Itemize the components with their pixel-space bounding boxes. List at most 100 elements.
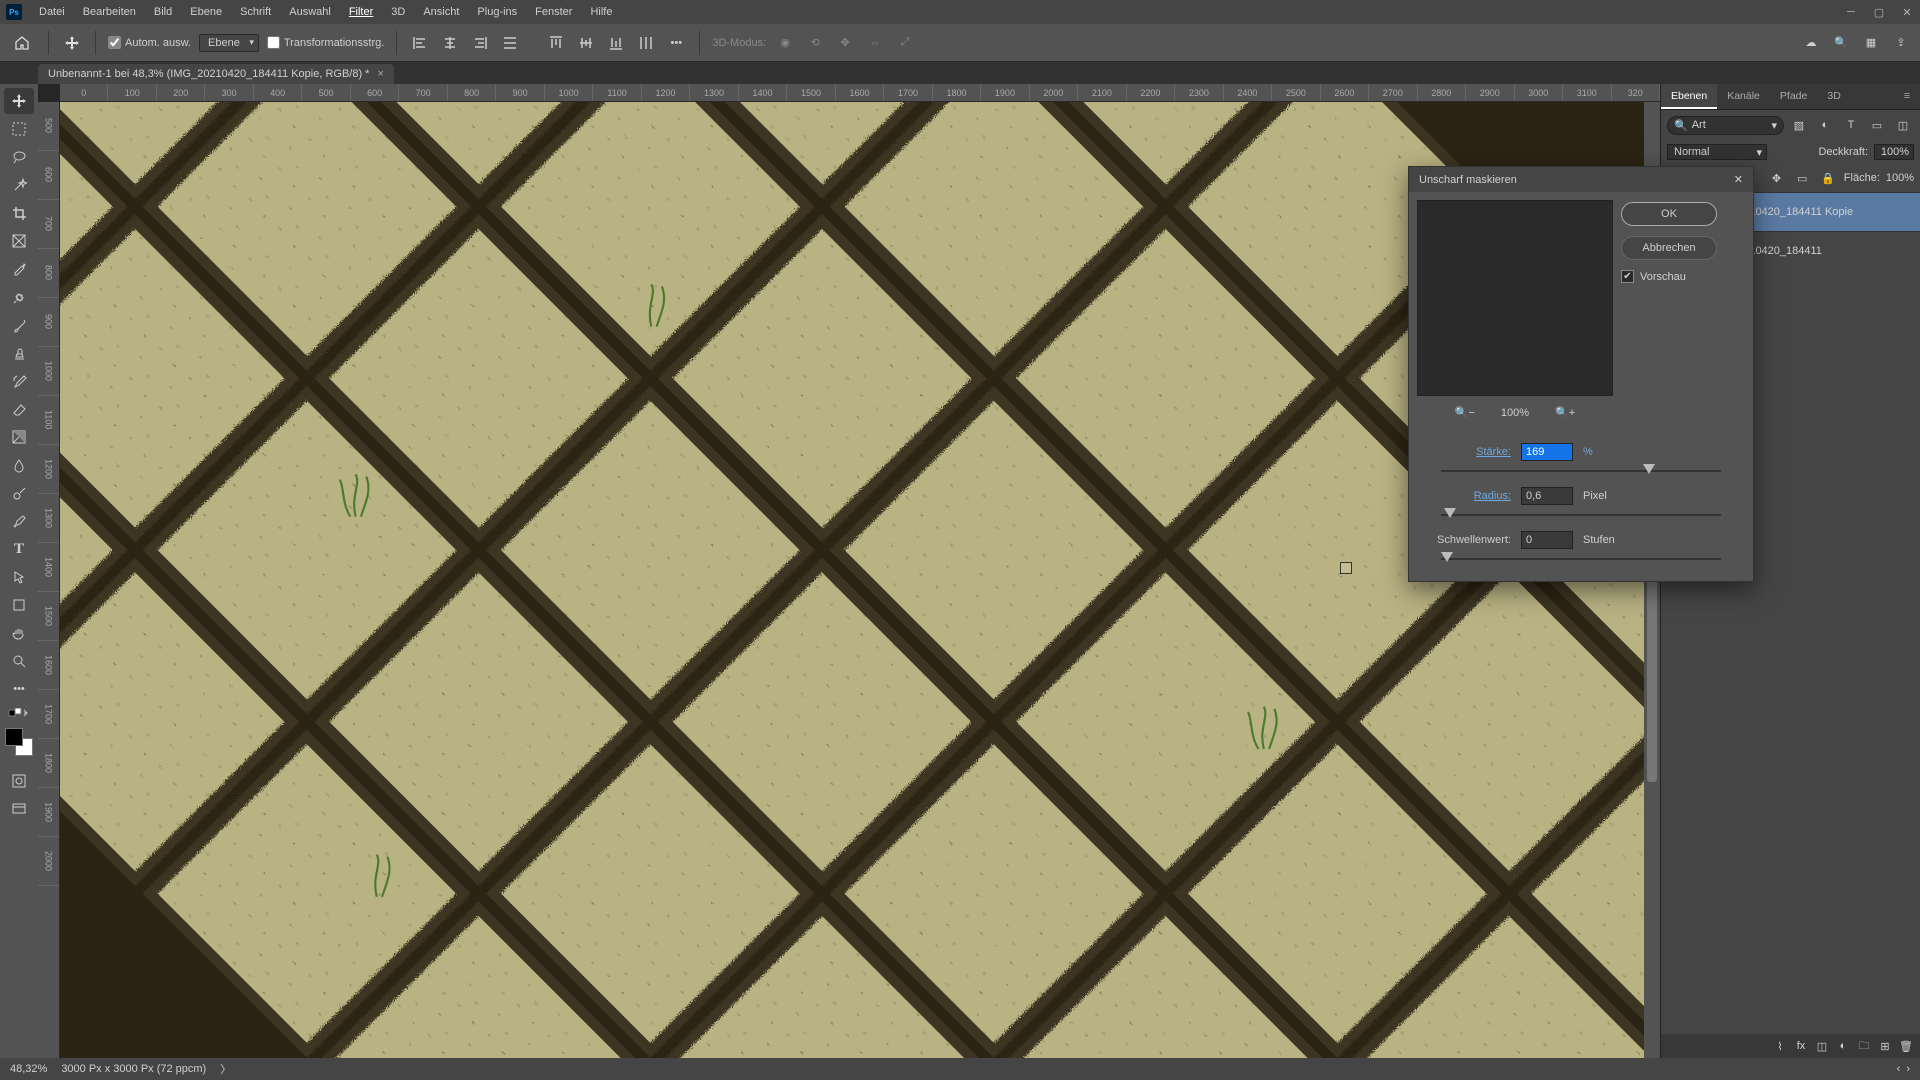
threshold-slider[interactable]: [1441, 551, 1721, 567]
ruler-horizontal[interactable]: 0100200300400500600700800900100011001200…: [60, 84, 1660, 102]
layer-filter-search[interactable]: 🔍 Art ▾: [1667, 116, 1784, 135]
move-tool-icon[interactable]: [61, 32, 83, 54]
new-layer-icon[interactable]: ⊞: [1875, 1037, 1895, 1055]
distribute-v-icon[interactable]: [635, 32, 657, 54]
path-select-tool[interactable]: [4, 564, 34, 590]
menu-3d[interactable]: 3D: [382, 6, 414, 18]
cancel-button[interactable]: Abbrechen: [1621, 236, 1717, 260]
stamp-tool[interactable]: [4, 340, 34, 366]
maximize-button[interactable]: ▢: [1872, 5, 1886, 19]
align-right-icon[interactable]: [469, 32, 491, 54]
search-app-icon[interactable]: 🔍: [1830, 32, 1852, 54]
pen-tool[interactable]: [4, 508, 34, 534]
menu-fenster[interactable]: Fenster: [526, 6, 581, 18]
ruler-vertical[interactable]: 5006007008009001000110012001300140015001…: [38, 102, 60, 1058]
preview-checkbox[interactable]: ✔ Vorschau: [1621, 270, 1743, 283]
move-tool[interactable]: [4, 88, 34, 114]
add-mask-icon[interactable]: ◫: [1812, 1037, 1832, 1055]
tab-ebenen[interactable]: Ebenen: [1661, 84, 1717, 109]
amount-label[interactable]: Stärke:: [1425, 446, 1511, 458]
healing-tool[interactable]: [4, 284, 34, 310]
menu-bearbeiten[interactable]: Bearbeiten: [74, 6, 145, 18]
minimize-button[interactable]: ─: [1844, 5, 1858, 19]
opacity-input[interactable]: 100%: [1874, 144, 1914, 160]
menu-auswahl[interactable]: Auswahl: [280, 6, 340, 18]
align-hcenter-icon[interactable]: [439, 32, 461, 54]
menu-datei[interactable]: Datei: [30, 6, 74, 18]
layerfx-icon[interactable]: fx: [1791, 1037, 1811, 1055]
align-top-icon[interactable]: [545, 32, 567, 54]
filter-smart-icon[interactable]: ◫: [1892, 114, 1914, 136]
status-chevron-icon[interactable]: 〉: [220, 1061, 231, 1077]
blend-mode-select[interactable]: Normal: [1667, 144, 1767, 160]
filter-pixel-icon[interactable]: ▧: [1788, 114, 1810, 136]
home-button[interactable]: [8, 29, 36, 57]
crop-tool[interactable]: [4, 200, 34, 226]
auto-select-checkbox[interactable]: Autom. ausw.: [108, 36, 191, 49]
cloud-docs-icon[interactable]: ☁: [1800, 32, 1822, 54]
history-brush-tool[interactable]: [4, 368, 34, 394]
lock-artboard-icon[interactable]: ▭: [1792, 167, 1812, 189]
hand-tool[interactable]: [4, 620, 34, 646]
tools-more[interactable]: •••: [4, 676, 34, 702]
eyedropper-tool[interactable]: [4, 256, 34, 282]
align-vcenter-icon[interactable]: [575, 32, 597, 54]
more-align-icon[interactable]: •••: [665, 32, 687, 54]
color-swatches[interactable]: [5, 728, 33, 756]
new-adjust-icon[interactable]: ◐: [1833, 1037, 1853, 1055]
dialog-close-icon[interactable]: ✕: [1734, 173, 1743, 186]
marquee-tool[interactable]: [4, 116, 34, 142]
filter-adjust-icon[interactable]: ◐: [1814, 114, 1836, 136]
align-bottom-icon[interactable]: [605, 32, 627, 54]
menu-filter[interactable]: Filter: [340, 6, 382, 18]
radius-input[interactable]: 0,6: [1521, 487, 1573, 505]
menu-bild[interactable]: Bild: [145, 6, 181, 18]
menu-plugins[interactable]: Plug-ins: [468, 6, 526, 18]
share-icon[interactable]: ⇪: [1890, 32, 1912, 54]
amount-input[interactable]: 169: [1521, 443, 1573, 461]
panel-menu-icon[interactable]: ≡: [1894, 84, 1920, 109]
radius-slider[interactable]: [1441, 507, 1721, 523]
threshold-label[interactable]: Schwellenwert:: [1425, 534, 1511, 546]
menu-schrift[interactable]: Schrift: [231, 6, 280, 18]
lasso-tool[interactable]: [4, 144, 34, 170]
gradient-tool[interactable]: [4, 424, 34, 450]
status-zoom[interactable]: 48,32%: [10, 1063, 47, 1075]
document-canvas[interactable]: [60, 102, 1644, 1058]
tab-kanaele[interactable]: Kanäle: [1717, 84, 1770, 109]
auto-select-target[interactable]: Ebene: [199, 34, 259, 52]
align-left-icon[interactable]: [409, 32, 431, 54]
new-group-icon[interactable]: 🗀: [1854, 1037, 1874, 1055]
distribute-h-icon[interactable]: [499, 32, 521, 54]
brush-tool[interactable]: [4, 312, 34, 338]
zoom-tool[interactable]: [4, 648, 34, 674]
amount-slider[interactable]: [1441, 463, 1721, 479]
wand-tool[interactable]: [4, 172, 34, 198]
tab-pfade[interactable]: Pfade: [1770, 84, 1817, 109]
filter-shape-icon[interactable]: ▭: [1866, 114, 1888, 136]
filter-type-icon[interactable]: T: [1840, 114, 1862, 136]
quickmask-button[interactable]: [4, 768, 34, 794]
zoom-out-icon[interactable]: 🔍−: [1455, 406, 1475, 419]
lock-all-icon[interactable]: 🔒: [1818, 167, 1838, 189]
close-tab-icon[interactable]: ×: [377, 68, 383, 80]
lock-position-icon[interactable]: ✥: [1767, 167, 1787, 189]
blur-tool[interactable]: [4, 452, 34, 478]
eraser-tool[interactable]: [4, 396, 34, 422]
close-window-button[interactable]: ✕: [1900, 5, 1914, 19]
shape-tool[interactable]: [4, 592, 34, 618]
threshold-input[interactable]: 0: [1521, 531, 1573, 549]
filter-preview[interactable]: [1417, 200, 1613, 396]
status-next-icon[interactable]: ›: [1906, 1063, 1910, 1075]
document-tab[interactable]: Unbenannt-1 bei 48,3% (IMG_20210420_1844…: [38, 64, 394, 84]
status-prev-icon[interactable]: ‹: [1897, 1063, 1901, 1075]
frame-tool[interactable]: [4, 228, 34, 254]
workspace-icon[interactable]: ▦: [1860, 32, 1882, 54]
screenmode-button[interactable]: [4, 796, 34, 822]
tab-3d[interactable]: 3D: [1817, 84, 1850, 109]
type-tool[interactable]: T: [4, 536, 34, 562]
radius-label[interactable]: Radius:: [1425, 490, 1511, 502]
zoom-in-icon[interactable]: 🔍+: [1555, 406, 1575, 419]
menu-ansicht[interactable]: Ansicht: [414, 6, 468, 18]
menu-hilfe[interactable]: Hilfe: [581, 6, 621, 18]
